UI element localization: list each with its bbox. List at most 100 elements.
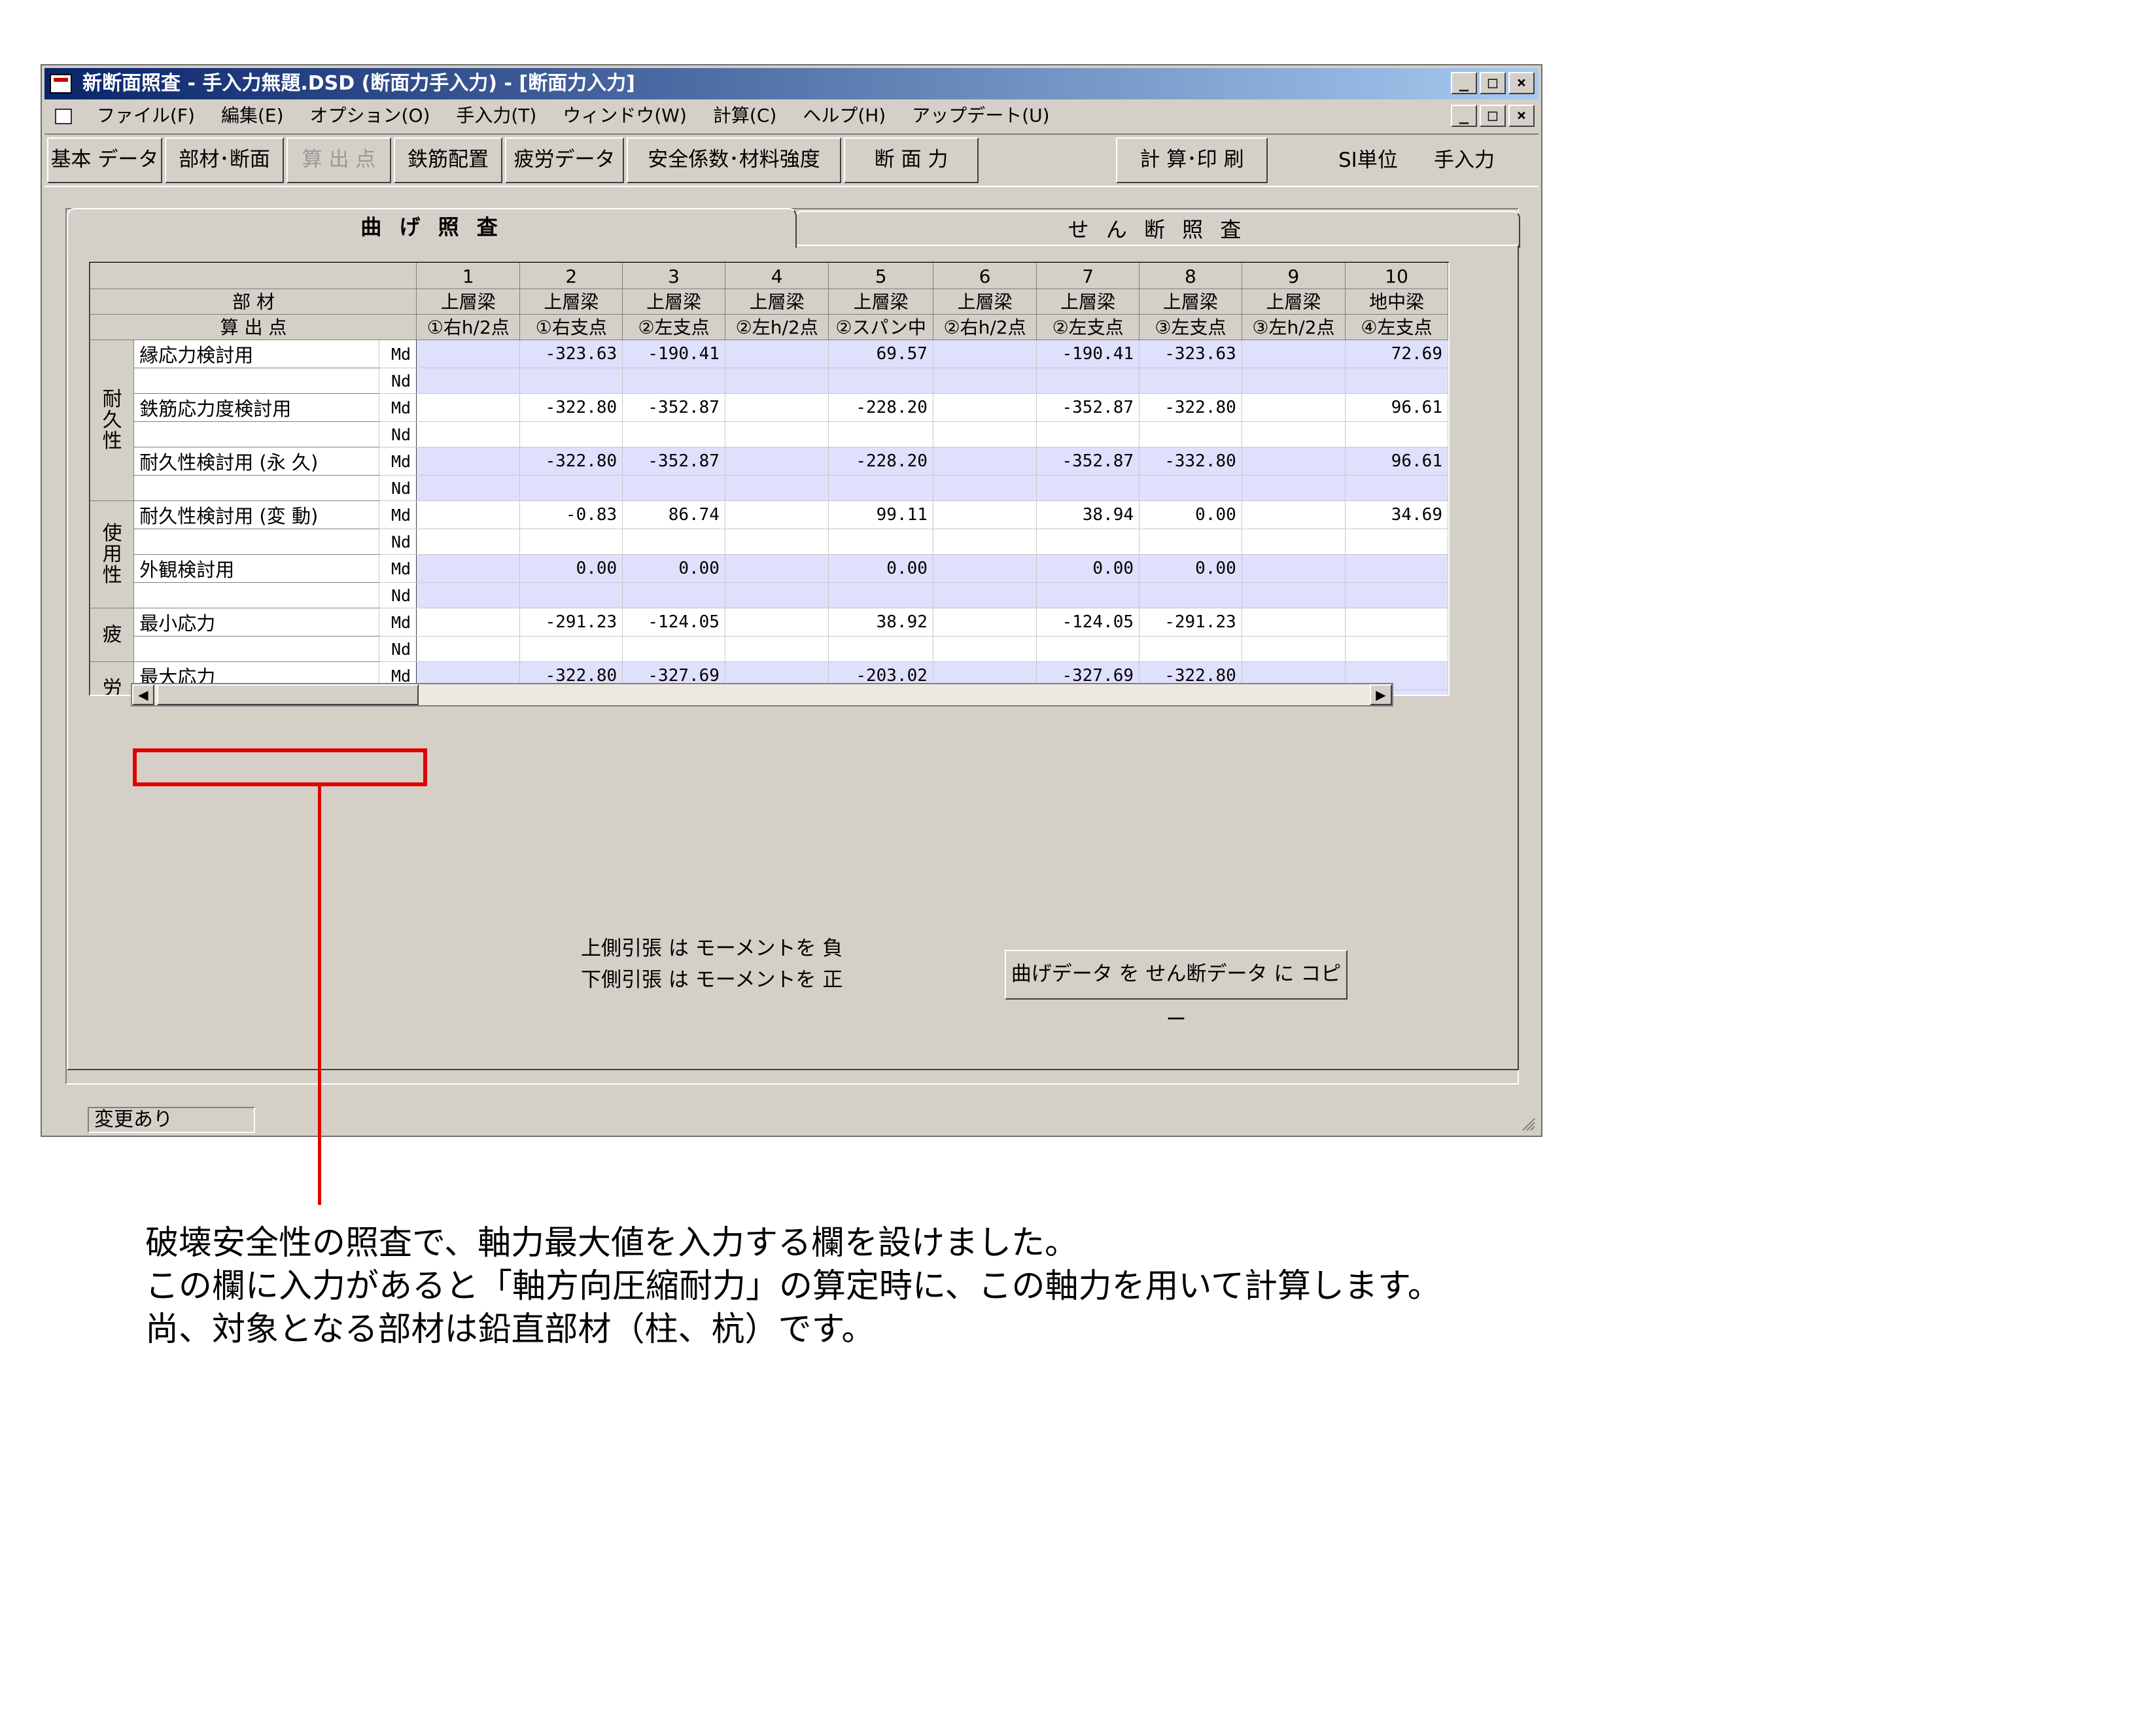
value-cell[interactable] [724, 636, 829, 662]
value-cell[interactable] [932, 447, 1037, 476]
value-cell[interactable] [724, 500, 829, 529]
value-cell[interactable]: -322.80 [1139, 393, 1242, 422]
value-cell[interactable] [1345, 421, 1448, 447]
value-cell[interactable] [1241, 582, 1346, 608]
value-cell[interactable] [724, 340, 829, 368]
value-cell[interactable] [416, 582, 521, 608]
value-cell[interactable] [1036, 636, 1140, 662]
resize-grip-icon[interactable] [1520, 1116, 1536, 1132]
value-cell[interactable]: 69.57 [828, 340, 933, 368]
value-cell[interactable] [416, 608, 521, 637]
value-cell[interactable]: 0.00 [1036, 554, 1140, 583]
value-cell[interactable] [519, 475, 623, 501]
value-cell[interactable]: 0.00 [519, 554, 623, 583]
value-cell[interactable]: -124.05 [1036, 608, 1140, 637]
value-cell[interactable]: 0.00 [828, 554, 933, 583]
calc-points-button[interactable]: 算 出 点 [287, 137, 391, 183]
menu-item[interactable]: ファイル(F) [97, 101, 195, 131]
value-cell[interactable] [932, 529, 1037, 555]
scroll-right-icon[interactable]: ▶ [1370, 684, 1392, 705]
value-cell[interactable]: -190.41 [622, 340, 725, 368]
value-cell[interactable]: 38.94 [1036, 500, 1140, 529]
value-cell[interactable] [828, 421, 933, 447]
value-cell[interactable]: -291.23 [519, 608, 623, 637]
value-cell[interactable] [1036, 475, 1140, 501]
value-cell[interactable] [1345, 368, 1448, 394]
menu-item[interactable]: 編集(E) [221, 101, 284, 131]
copy-to-shear-button[interactable]: 曲げデータ を せん断データ に コピー [1005, 950, 1348, 1032]
menu-item[interactable]: オプション(O) [310, 101, 430, 131]
value-cell[interactable]: -190.41 [1036, 340, 1140, 368]
value-cell[interactable] [1139, 582, 1242, 608]
value-cell[interactable] [1345, 608, 1448, 637]
fatigue-data-button[interactable]: 疲労データ [505, 137, 624, 183]
tab-shear[interactable]: せ ん 断 照 査 [794, 211, 1520, 249]
value-cell[interactable] [1345, 529, 1448, 555]
value-cell[interactable]: -0.83 [519, 500, 623, 529]
value-cell[interactable] [416, 529, 521, 555]
value-cell[interactable]: -322.80 [519, 447, 623, 476]
value-cell[interactable] [724, 582, 829, 608]
value-cell[interactable] [416, 475, 521, 501]
value-cell[interactable]: 96.61 [1345, 393, 1448, 422]
value-cell[interactable]: 0.00 [1139, 500, 1242, 529]
value-cell[interactable] [622, 368, 725, 394]
value-cell[interactable] [519, 636, 623, 662]
value-cell[interactable] [724, 608, 829, 637]
maximize-button[interactable]: □ [1480, 72, 1506, 94]
value-cell[interactable]: -352.87 [1036, 447, 1140, 476]
value-cell[interactable]: -228.20 [828, 393, 933, 422]
value-cell[interactable] [416, 368, 521, 394]
value-cell[interactable] [416, 421, 521, 447]
close-button[interactable]: × [1508, 72, 1535, 94]
basic-data-button[interactable]: 基本 データ [47, 137, 162, 183]
value-cell[interactable] [1241, 529, 1346, 555]
value-cell[interactable] [519, 582, 623, 608]
value-cell[interactable] [932, 608, 1037, 637]
value-cell[interactable] [932, 500, 1037, 529]
value-cell[interactable] [1036, 529, 1140, 555]
value-cell[interactable] [622, 636, 725, 662]
value-cell[interactable] [1139, 421, 1242, 447]
menu-item[interactable]: ウィンドウ(W) [563, 101, 687, 131]
value-cell[interactable] [932, 554, 1037, 583]
value-cell[interactable] [724, 368, 829, 394]
scroll-left-icon[interactable]: ◀ [132, 684, 154, 705]
value-cell[interactable] [1036, 421, 1140, 447]
value-cell[interactable] [416, 554, 521, 583]
menu-item[interactable]: アップデート(U) [912, 101, 1049, 131]
value-cell[interactable]: -228.20 [828, 447, 933, 476]
member-section-button[interactable]: 部材･断面 [165, 137, 284, 183]
section-force-button[interactable]: 断 面 力 [844, 137, 979, 183]
menu-item[interactable]: ヘルプ(H) [803, 101, 886, 131]
value-cell[interactable] [1241, 393, 1346, 422]
value-cell[interactable] [1241, 608, 1346, 637]
value-cell[interactable]: 0.00 [622, 554, 725, 583]
value-cell[interactable]: 0.00 [1139, 554, 1242, 583]
value-cell[interactable] [1139, 636, 1242, 662]
value-cell[interactable] [1241, 421, 1346, 447]
value-cell[interactable] [1345, 636, 1448, 662]
value-cell[interactable] [1241, 368, 1346, 394]
value-cell[interactable]: 96.61 [1345, 447, 1448, 476]
value-cell[interactable] [416, 447, 521, 476]
value-cell[interactable] [828, 582, 933, 608]
value-cell[interactable] [828, 529, 933, 555]
value-cell[interactable] [932, 636, 1037, 662]
value-cell[interactable]: 72.69 [1345, 340, 1448, 368]
value-cell[interactable] [1036, 582, 1140, 608]
value-cell[interactable] [932, 368, 1037, 394]
value-cell[interactable] [519, 421, 623, 447]
value-cell[interactable] [828, 475, 933, 501]
value-cell[interactable] [724, 554, 829, 583]
value-cell[interactable] [1241, 636, 1346, 662]
value-cell[interactable] [519, 368, 623, 394]
value-cell[interactable] [1139, 475, 1242, 501]
value-cell[interactable] [622, 582, 725, 608]
value-cell[interactable] [724, 475, 829, 501]
menu-item[interactable]: 計算(C) [713, 101, 776, 131]
value-cell[interactable] [724, 393, 829, 422]
value-cell[interactable] [724, 421, 829, 447]
horizontal-scrollbar[interactable]: ◀ ▶ [131, 683, 1393, 706]
value-cell[interactable] [932, 582, 1037, 608]
